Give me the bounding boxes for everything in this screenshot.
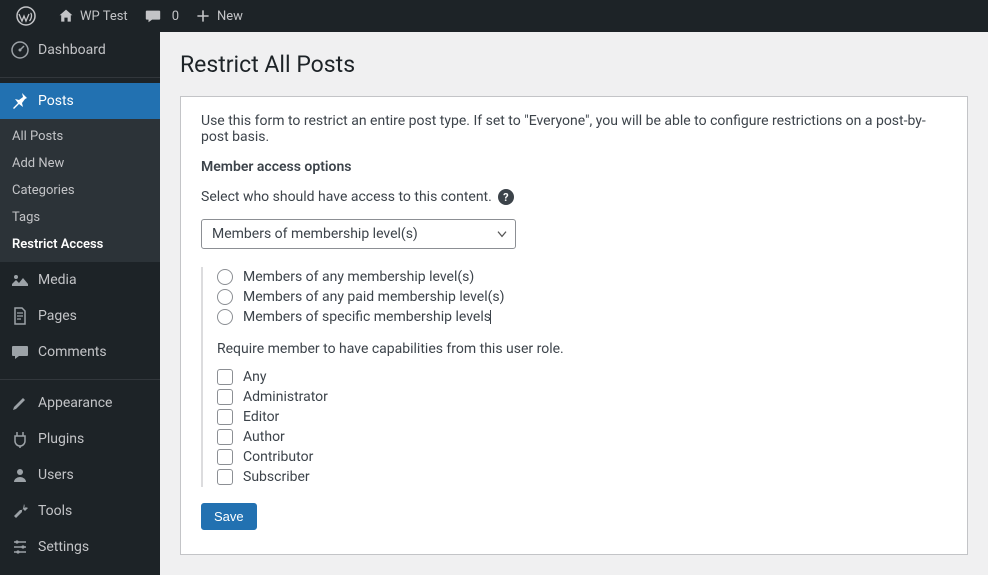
site-name-link[interactable]: WP Test <box>50 0 136 32</box>
select-help-text: Select who should have access to this co… <box>201 189 492 205</box>
access-select[interactable]: Members of membership level(s) <box>201 219 516 249</box>
menu-media[interactable]: Media <box>0 262 160 298</box>
menu-separator <box>0 375 160 380</box>
pages-icon <box>10 306 30 326</box>
submenu-categories[interactable]: Categories <box>0 177 160 204</box>
menu-appearance[interactable]: Appearance <box>0 385 160 421</box>
access-select-value: Members of membership level(s) <box>201 219 516 249</box>
media-icon <box>10 270 30 290</box>
role-subscriber-checkbox[interactable] <box>217 469 233 485</box>
menu-tools[interactable]: Tools <box>0 493 160 529</box>
comments-link[interactable]: 0 <box>136 0 187 32</box>
main-content: Restrict All Posts Use this form to rest… <box>160 32 988 575</box>
page-title: Restrict All Posts <box>180 51 968 78</box>
submenu-tags[interactable]: Tags <box>0 204 160 231</box>
menu-settings[interactable]: Settings <box>0 529 160 565</box>
comments-icon <box>10 342 30 362</box>
new-label: New <box>217 9 243 24</box>
submenu-posts: All Posts Add New Categories Tags Restri… <box>0 119 160 262</box>
role-editor-checkbox[interactable] <box>217 409 233 425</box>
plus-icon <box>195 8 211 24</box>
role-label: Require member to have capabilities from… <box>217 341 947 357</box>
role-administrator[interactable]: Administrator <box>217 387 947 407</box>
plugins-icon <box>10 429 30 449</box>
menu-separator <box>0 73 160 78</box>
intro-text: Use this form to restrict an entire post… <box>201 113 947 145</box>
role-any-checkbox[interactable] <box>217 369 233 385</box>
radio-any-level[interactable]: Members of any membership level(s) <box>217 267 947 287</box>
tools-icon <box>10 501 30 521</box>
help-icon[interactable]: ? <box>498 189 514 205</box>
submenu-all-posts[interactable]: All Posts <box>0 123 160 150</box>
menu-dashboard[interactable]: Dashboard <box>0 32 160 68</box>
radio-paid-level[interactable]: Members of any paid membership level(s) <box>217 287 947 307</box>
text-cursor <box>490 310 491 324</box>
menu-posts[interactable]: Posts <box>0 83 160 119</box>
membership-options: Members of any membership level(s) Membe… <box>201 267 947 487</box>
appearance-icon <box>10 393 30 413</box>
comments-count: 0 <box>172 9 179 24</box>
radio-paid-level-input[interactable] <box>217 289 233 305</box>
settings-panel: Use this form to restrict an entire post… <box>180 96 968 555</box>
new-content-link[interactable]: New <box>187 0 251 32</box>
role-subscriber[interactable]: Subscriber <box>217 467 947 487</box>
role-any[interactable]: Any <box>217 367 947 387</box>
wordpress-icon <box>16 6 36 26</box>
role-administrator-checkbox[interactable] <box>217 389 233 405</box>
menu-plugins[interactable]: Plugins <box>0 421 160 457</box>
admin-bar: WP Test 0 New <box>0 0 988 32</box>
comment-icon <box>144 7 162 25</box>
role-editor[interactable]: Editor <box>217 407 947 427</box>
select-help-row: Select who should have access to this co… <box>201 189 947 205</box>
role-author[interactable]: Author <box>217 427 947 447</box>
settings-icon <box>10 537 30 557</box>
section-label: Member access options <box>201 159 947 175</box>
wp-logo[interactable] <box>8 0 50 32</box>
radio-any-level-input[interactable] <box>217 269 233 285</box>
save-button[interactable]: Save <box>201 503 257 530</box>
home-icon <box>58 8 74 24</box>
radio-specific-level-input[interactable] <box>217 309 233 325</box>
role-contributor[interactable]: Contributor <box>217 447 947 467</box>
role-author-checkbox[interactable] <box>217 429 233 445</box>
role-contributor-checkbox[interactable] <box>217 449 233 465</box>
admin-sidebar: Dashboard Posts All Posts Add New Catego… <box>0 32 160 575</box>
users-icon <box>10 465 30 485</box>
dashboard-icon <box>10 40 30 60</box>
submenu-add-new[interactable]: Add New <box>0 150 160 177</box>
site-name: WP Test <box>80 9 128 24</box>
menu-users[interactable]: Users <box>0 457 160 493</box>
radio-specific-level[interactable]: Members of specific membership levels <box>217 307 947 327</box>
submenu-restrict-access[interactable]: Restrict Access <box>0 231 160 258</box>
menu-pages[interactable]: Pages <box>0 298 160 334</box>
menu-comments[interactable]: Comments <box>0 334 160 370</box>
pin-icon <box>10 91 30 111</box>
